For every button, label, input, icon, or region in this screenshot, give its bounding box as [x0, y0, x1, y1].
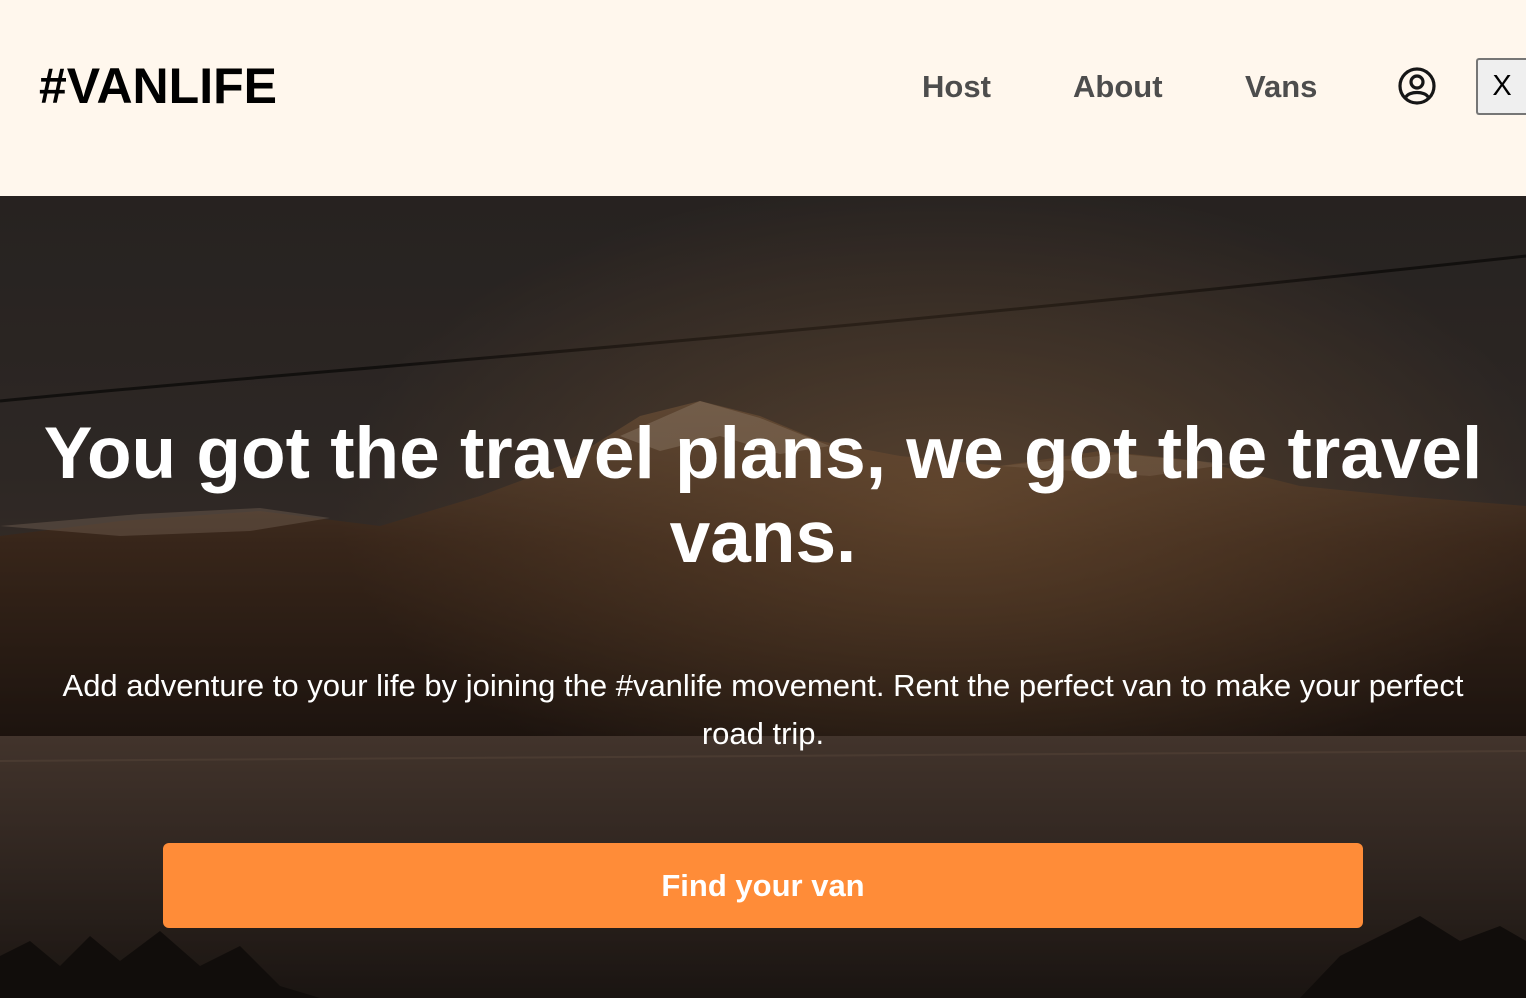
site-logo[interactable]: #VANLIFE [39, 58, 277, 114]
nav-link-vans[interactable]: Vans [1245, 68, 1317, 106]
site-header: #VANLIFE Host About Vans X [0, 0, 1526, 196]
hero-section: You got the travel plans, we got the tra… [0, 196, 1526, 998]
hero-title: You got the travel plans, we got the tra… [43, 413, 1483, 578]
find-your-van-button[interactable]: Find your van [163, 843, 1363, 928]
nav-link-host[interactable]: Host [922, 68, 991, 106]
close-button[interactable]: X [1476, 58, 1526, 115]
nav-link-about[interactable]: About [1073, 68, 1163, 106]
hero-description: Add adventure to your life by joining th… [62, 668, 1464, 751]
user-circle-icon[interactable] [1397, 66, 1437, 106]
